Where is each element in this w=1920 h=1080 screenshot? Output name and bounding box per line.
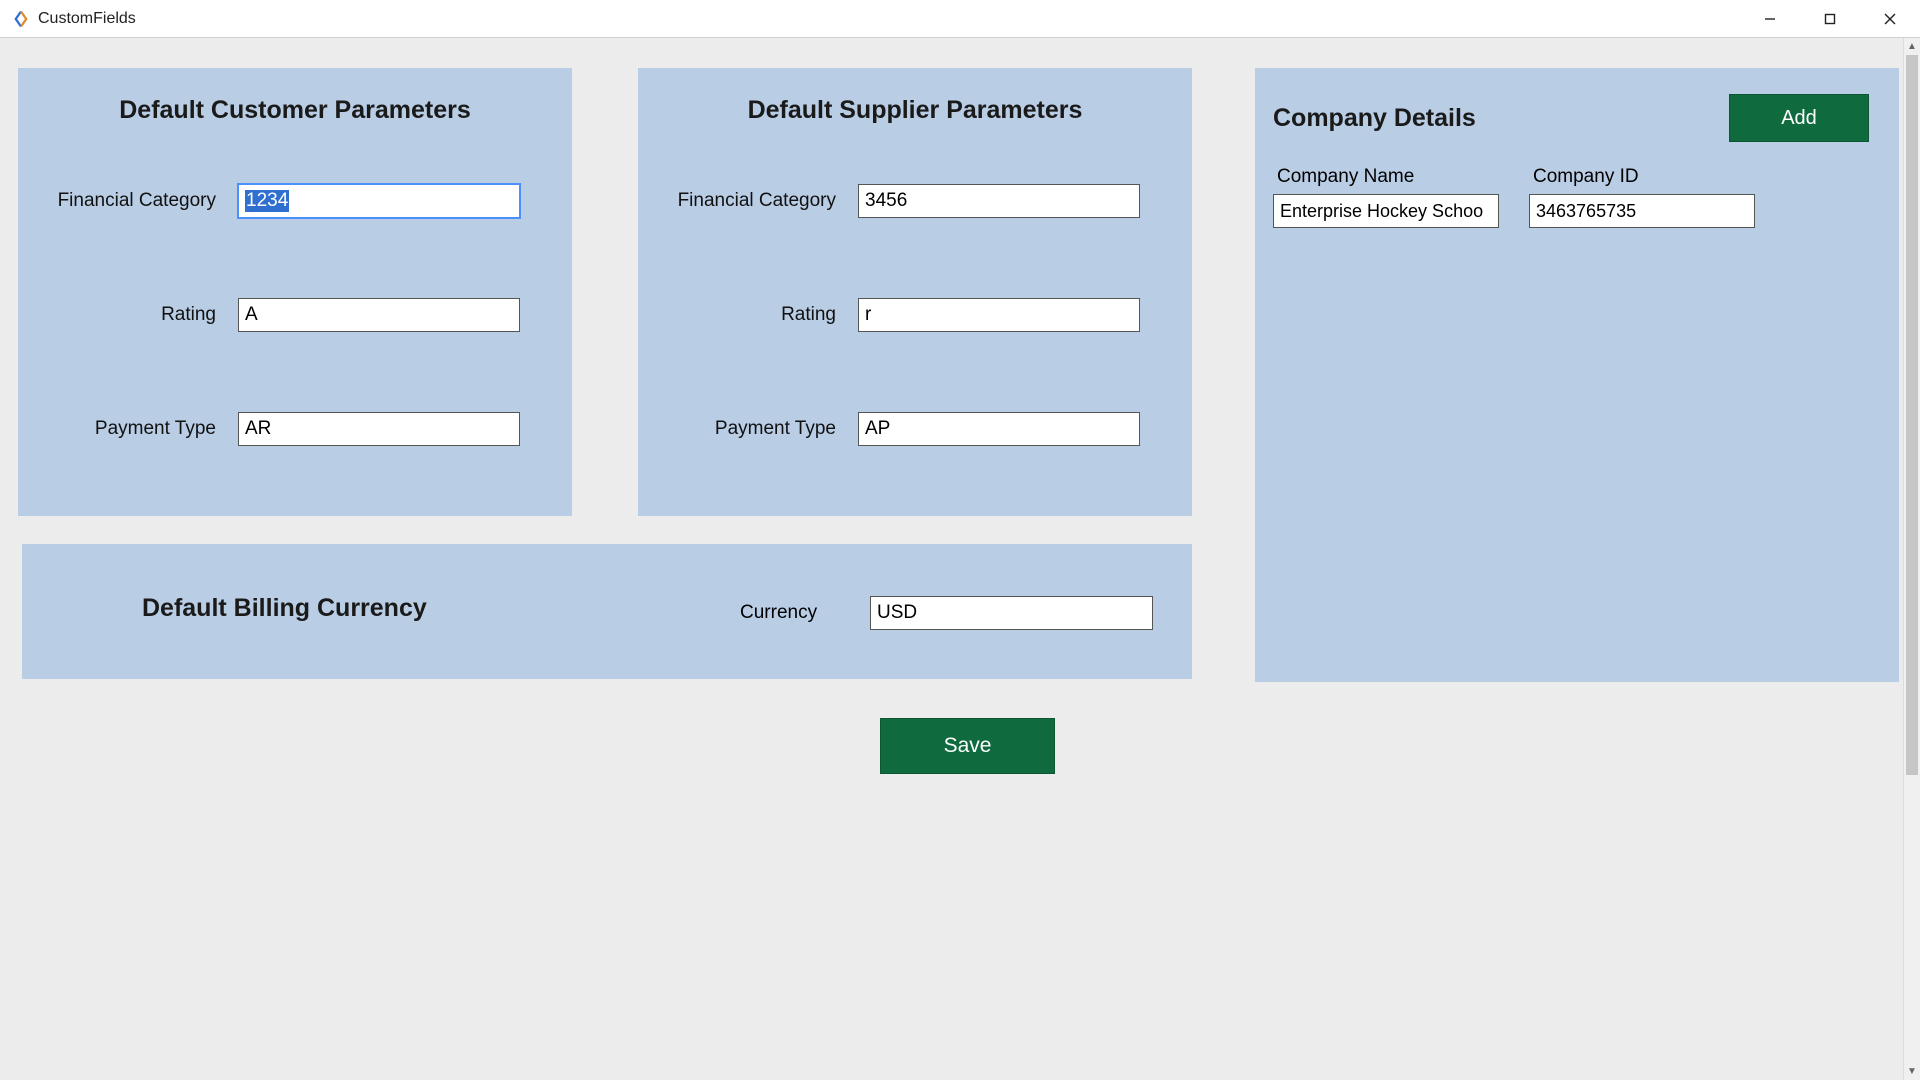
save-button[interactable]: Save (880, 718, 1055, 774)
app-icon (12, 10, 30, 28)
add-company-button[interactable]: Add (1729, 94, 1869, 142)
scrollbar-down-arrow-icon[interactable]: ▼ (1904, 1063, 1920, 1080)
supplier-payment-type-input[interactable] (858, 412, 1140, 446)
billing-currency-input[interactable] (870, 596, 1153, 630)
supplier-financial-category-input[interactable] (858, 184, 1140, 218)
scrollbar-up-arrow-icon[interactable]: ▲ (1904, 38, 1920, 55)
customer-payment-type-input[interactable] (238, 412, 520, 446)
supplier-financial-category-label: Financial Category (638, 190, 858, 212)
billing-currency-label: Currency (740, 602, 817, 624)
customer-parameters-panel: Default Customer Parameters Financial Ca… (18, 68, 572, 516)
customer-financial-category-value: 1234 (245, 190, 289, 212)
customer-financial-category-label: Financial Category (18, 190, 238, 212)
customer-rating-label: Rating (18, 304, 238, 326)
scrollbar-thumb[interactable] (1906, 55, 1918, 775)
window-titlebar: CustomFields (0, 0, 1920, 38)
vertical-scrollbar[interactable]: ▲ ▼ (1903, 38, 1920, 1080)
supplier-panel-title: Default Supplier Parameters (638, 96, 1192, 125)
company-name-label: Company Name (1273, 166, 1499, 188)
window-title: CustomFields (38, 10, 136, 28)
window-close-button[interactable] (1860, 0, 1920, 38)
supplier-parameters-panel: Default Supplier Parameters Financial Ca… (638, 68, 1192, 516)
customer-rating-input[interactable] (238, 298, 520, 332)
supplier-rating-label: Rating (638, 304, 858, 326)
company-id-label: Company ID (1529, 166, 1755, 188)
supplier-payment-type-label: Payment Type (638, 418, 858, 440)
customer-financial-category-input[interactable]: 1234 (238, 184, 520, 218)
billing-currency-panel: Default Billing Currency Currency (22, 544, 1192, 679)
supplier-rating-input[interactable] (858, 298, 1140, 332)
content-area: Default Customer Parameters Financial Ca… (0, 38, 1920, 1080)
company-id-input[interactable] (1529, 194, 1755, 228)
window-maximize-button[interactable] (1800, 0, 1860, 38)
window-minimize-button[interactable] (1740, 0, 1800, 38)
company-details-panel: Company Details Add Company Name Company… (1255, 68, 1899, 682)
customer-payment-type-label: Payment Type (18, 418, 238, 440)
customer-panel-title: Default Customer Parameters (18, 96, 572, 125)
billing-panel-title: Default Billing Currency (142, 594, 427, 623)
company-panel-title: Company Details (1273, 104, 1476, 133)
company-name-input[interactable] (1273, 194, 1499, 228)
